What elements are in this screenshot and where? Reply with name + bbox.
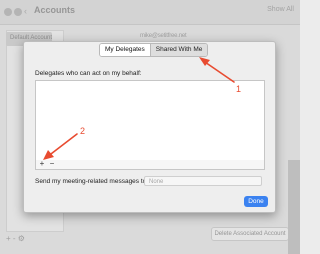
done-button[interactable]: Done: [244, 196, 268, 207]
send-messages-label: Send my meeting-related messages to:: [35, 178, 149, 185]
tab-my-delegates[interactable]: My Delegates: [100, 44, 150, 56]
delegates-tabs: My Delegates Shared With Me: [99, 43, 209, 57]
delegates-list[interactable]: [35, 80, 265, 162]
delegates-list-controls: + −: [35, 159, 265, 170]
remove-delegate-button[interactable]: −: [47, 159, 57, 168]
annotation-label-1: 1: [236, 84, 242, 94]
tab-shared-with-me[interactable]: Shared With Me: [149, 44, 208, 56]
delegates-list-label: Delegates who can act on my behalf:: [35, 70, 142, 77]
send-messages-select[interactable]: None: [144, 176, 262, 186]
annotation-label-2: 2: [80, 126, 86, 136]
add-delegate-button[interactable]: +: [37, 159, 47, 168]
